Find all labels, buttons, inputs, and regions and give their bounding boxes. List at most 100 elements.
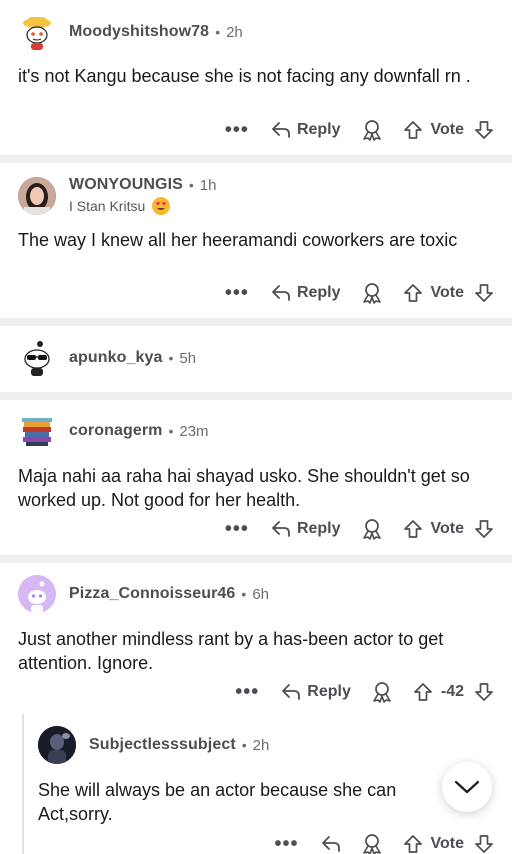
reply-button[interactable]: Reply [271, 284, 341, 302]
downvote-button[interactable] [474, 120, 494, 140]
upvote-button[interactable] [413, 682, 433, 702]
upvote-button[interactable] [403, 283, 423, 303]
avatar[interactable] [18, 412, 56, 450]
username[interactable]: WONYOUNGIS [69, 176, 183, 194]
photo-avatar-icon [18, 177, 56, 215]
timestamp: 23m [179, 422, 209, 440]
reply-label: Reply [296, 284, 341, 301]
separator-dot: • [168, 350, 174, 366]
reply-arrow-icon [321, 836, 340, 852]
comment-header: Moodyshitshow78 • 2h [18, 13, 243, 51]
comment-actions: ••• Reply Vote [225, 279, 494, 307]
timestamp: 1h [199, 176, 217, 194]
comment-header: Subjectlesssubject • 2h [38, 726, 269, 764]
comment-meta: coronagerm • 23m [69, 422, 209, 440]
upvote-arrow-icon [403, 520, 422, 538]
comment-actions: ••• Reply Vote [225, 515, 494, 543]
comment-separator [0, 555, 512, 563]
comment-5: Pizza_Connoisseur46 • 6h Just another mi… [0, 563, 512, 713]
comment-separator [0, 155, 512, 163]
downvote-button[interactable] [474, 283, 494, 303]
award-button[interactable] [361, 282, 383, 304]
more-options-button[interactable]: ••• [225, 519, 249, 539]
comment-separator [0, 318, 512, 326]
default-purple-snoo-avatar-icon [18, 575, 56, 613]
downvote-arrow-icon [475, 121, 493, 139]
comment-4: coronagerm • 23m Maja nahi aa raha hai s… [0, 400, 512, 555]
dark-photo-avatar-icon [38, 726, 76, 764]
next-comment-button[interactable] [442, 762, 492, 812]
username[interactable]: Pizza_Connoisseur46 [69, 585, 235, 603]
comment-body: Maja nahi aa raha hai shayad usko. She s… [18, 466, 470, 510]
separator-dot: • [168, 423, 174, 439]
avatar[interactable] [18, 13, 56, 51]
timestamp: 2h [252, 736, 270, 754]
pixel-art-avatar-icon [18, 412, 56, 450]
comment-header: WONYOUNGIS • 1h I Stan Kritsu [18, 176, 216, 216]
comment-meta: Pizza_Connoisseur46 • 6h [69, 585, 269, 603]
avatar[interactable] [18, 339, 56, 377]
comment-actions: ••• Reply Vote [225, 116, 494, 144]
comment-body: Just another mindless rant by a has-been… [18, 629, 444, 673]
comment-actions: ••• Reply -42 [235, 678, 494, 706]
more-options-button[interactable]: ••• [225, 283, 249, 303]
separator-dot: • [188, 177, 194, 193]
upvote-arrow-icon [403, 835, 422, 853]
separator-dot: • [215, 24, 221, 40]
downvote-button[interactable] [474, 519, 494, 539]
reply-label: Reply [296, 121, 341, 138]
award-button[interactable] [361, 119, 383, 141]
comment-3-collapsed[interactable]: apunko_kya • 5h [0, 326, 512, 392]
snoo-yellow-hat-avatar-icon [18, 13, 56, 51]
downvote-arrow-icon [475, 284, 493, 302]
comment-header: Pizza_Connoisseur46 • 6h [18, 575, 269, 613]
reply-button[interactable]: Reply [281, 683, 351, 701]
comment-body: The way I knew all her heeramandi cowork… [18, 230, 458, 250]
reply-label: Reply [296, 520, 341, 537]
snoo-sunglasses-avatar-icon [18, 339, 56, 377]
award-button[interactable] [361, 833, 383, 854]
heart-eyes-emoji-icon [152, 197, 171, 215]
avatar[interactable] [38, 726, 76, 764]
vote-count: Vote [430, 284, 464, 301]
downvote-arrow-icon [475, 683, 493, 701]
award-icon [362, 120, 381, 141]
downvote-button[interactable] [474, 834, 494, 854]
username[interactable]: apunko_kya [69, 349, 162, 367]
award-icon [362, 283, 381, 304]
reply-button[interactable]: Reply [271, 121, 341, 139]
upvote-arrow-icon [403, 284, 422, 302]
username[interactable]: Subjectlesssubject [89, 736, 236, 754]
comment-6-reply: Subjectlesssubject • 2h She will always … [0, 713, 512, 854]
comment-header: coronagerm • 23m [18, 412, 209, 450]
timestamp: 5h [179, 349, 197, 367]
avatar[interactable] [18, 575, 56, 613]
avatar[interactable] [18, 177, 56, 215]
upvote-button[interactable] [403, 519, 423, 539]
award-button[interactable] [361, 518, 383, 540]
award-button[interactable] [371, 681, 393, 703]
reply-arrow-icon [272, 122, 290, 138]
reply-label: Reply [307, 683, 351, 700]
timestamp: 6h [252, 585, 269, 603]
more-options-button[interactable]: ••• [225, 120, 249, 140]
comment-meta: apunko_kya • 5h [69, 349, 196, 367]
upvote-button[interactable] [403, 834, 423, 854]
comment-body: it's not Kangu because she is not facing… [18, 66, 471, 86]
vote-count: Vote [430, 520, 464, 537]
reply-button[interactable] [321, 835, 341, 853]
reply-button[interactable]: Reply [271, 520, 341, 538]
username[interactable]: coronagerm [69, 422, 162, 440]
comment-meta: Subjectlesssubject • 2h [89, 736, 269, 754]
comment-header: apunko_kya • 5h [18, 339, 196, 377]
comment-2: WONYOUNGIS • 1h I Stan Kritsu The way I … [0, 163, 512, 318]
upvote-button[interactable] [403, 120, 423, 140]
more-options-button[interactable]: ••• [235, 682, 259, 702]
comment-actions: ••• Vote [275, 830, 495, 854]
vote-count: Vote [430, 835, 464, 852]
comment-body: She will always be an actor because she … [38, 780, 397, 824]
award-icon [362, 519, 381, 540]
username[interactable]: Moodyshitshow78 [69, 23, 209, 41]
more-options-button[interactable]: ••• [275, 834, 299, 854]
downvote-button[interactable] [474, 682, 494, 702]
